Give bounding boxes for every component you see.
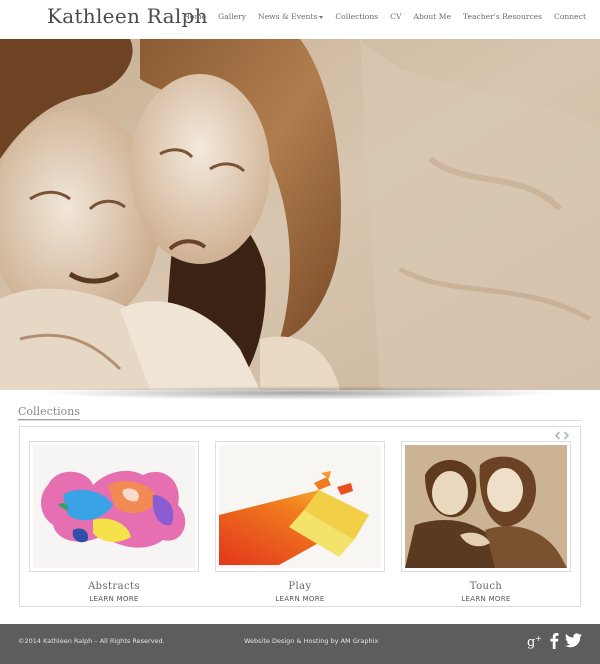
learn-more-touch[interactable]: LEARN MORE (401, 595, 571, 603)
collection-image-play[interactable] (215, 441, 385, 572)
touch-painting-thumbnail (405, 445, 567, 568)
main-nav: Home Gallery News & Events Collections C… (177, 12, 592, 21)
hero-painting (0, 39, 600, 390)
chevron-right-icon[interactable] (563, 431, 570, 440)
nav-collections[interactable]: Collections (329, 12, 384, 21)
carousel-controls (554, 431, 570, 440)
twitter-icon[interactable] (565, 633, 582, 652)
section-divider (18, 420, 582, 421)
collection-title-touch: Touch (469, 581, 503, 592)
collections-carousel: Abstracts LEARN MORE Play LEARN MORE Tou… (19, 426, 581, 607)
play-painting-thumbnail (219, 445, 381, 568)
nav-gallery[interactable]: Gallery (212, 12, 252, 21)
hero-shadow (40, 386, 560, 400)
collection-card-touch: Touch LEARN MORE (401, 441, 571, 603)
learn-more-abstracts[interactable]: LEARN MORE (29, 595, 199, 603)
collection-image-touch[interactable] (401, 441, 571, 572)
nav-news-events[interactable]: News & Events (252, 12, 329, 21)
collection-card-play: Play LEARN MORE (215, 441, 385, 603)
facebook-icon[interactable] (548, 632, 560, 653)
collection-card-abstracts: Abstracts LEARN MORE (29, 441, 199, 603)
caret-down-icon (319, 15, 324, 19)
site-footer: ©2014 Kathleen Ralph – All Rights Reserv… (0, 624, 600, 664)
social-links: g + (527, 632, 582, 653)
collection-image-abstracts[interactable] (29, 441, 199, 572)
collection-title-abstracts: Abstracts (88, 581, 140, 592)
site-header: Kathleen Ralph Home Gallery News & Event… (0, 0, 600, 39)
footer-credit[interactable]: Website Design & Hosting by AM Graphix (244, 637, 378, 645)
google-plus-icon[interactable]: g + (527, 633, 543, 653)
nav-news-events-label: News & Events (258, 12, 318, 21)
collections-heading: Collections (18, 405, 81, 420)
nav-about-me[interactable]: About Me (407, 12, 457, 21)
nav-connect[interactable]: Connect (548, 12, 592, 21)
chevron-left-icon[interactable] (554, 431, 561, 440)
nav-cv[interactable]: CV (384, 12, 407, 21)
footer-copyright: ©2014 Kathleen Ralph – All Rights Reserv… (18, 637, 165, 645)
nav-home[interactable]: Home (177, 12, 212, 21)
hero-sepia-painting (0, 39, 600, 390)
collection-title-play: Play (288, 581, 312, 592)
learn-more-play[interactable]: LEARN MORE (215, 595, 385, 603)
svg-text:+: + (535, 634, 542, 643)
abstract-painting-thumbnail (33, 445, 195, 568)
nav-teachers-resources[interactable]: Teacher's Resources (457, 12, 548, 21)
